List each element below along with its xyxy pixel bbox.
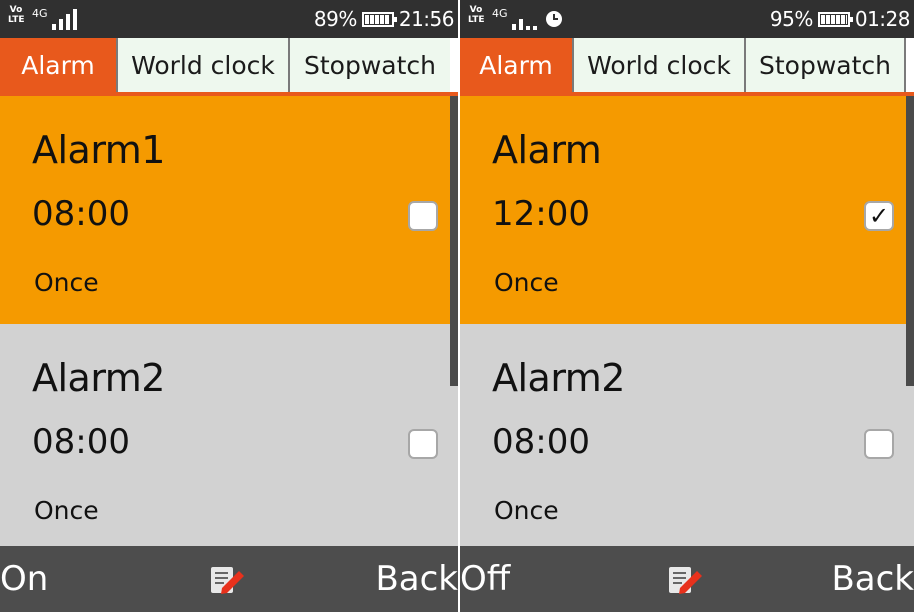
signal-strength-icon: 4G [492, 7, 537, 30]
phone-screen-left: Vo LTE 4G 89% 21:56 Alarm World clock St… [0, 0, 458, 612]
alarm-toggle-checkbox[interactable] [864, 429, 894, 459]
battery-icon [817, 11, 853, 27]
tab-bar: Alarm World clock Stopwatch [460, 38, 914, 96]
tab-world-clock[interactable]: World clock [118, 38, 290, 92]
scrollbar[interactable] [450, 96, 458, 386]
alarm-item[interactable]: Alarm1 08:00 Once [0, 96, 458, 324]
alarm-name: Alarm [492, 128, 602, 172]
alarm-time: 08:00 [32, 194, 130, 234]
alarm-item[interactable]: Alarm2 08:00 Once [0, 324, 458, 546]
alarm-repeat: Once [494, 268, 559, 297]
softkey-bar: Off Back [460, 546, 914, 612]
network-type-label: 4G [492, 7, 508, 20]
alarm-list: Alarm1 08:00 Once Alarm2 08:00 Once [0, 96, 458, 546]
alarm-toggle-checkbox[interactable] [408, 201, 438, 231]
softkey-bar: On Back [0, 546, 458, 612]
alarm-name: Alarm2 [492, 356, 626, 400]
alarm-toggle-checkbox[interactable] [408, 429, 438, 459]
tab-stopwatch[interactable]: Stopwatch [290, 38, 450, 92]
status-bar: Vo LTE 4G 89% 21:56 [0, 0, 458, 38]
alarm-repeat: Once [34, 268, 99, 297]
alarm-repeat: Once [494, 496, 559, 525]
check-mark-icon: ✓ [868, 202, 890, 230]
scrollbar[interactable] [906, 96, 914, 386]
softkey-left-on[interactable]: On [0, 559, 48, 599]
battery-icon [361, 11, 397, 27]
clock: 01:28 [854, 7, 911, 31]
alarm-name: Alarm1 [32, 128, 166, 172]
alarm-time: 08:00 [32, 422, 130, 462]
volte-indicator: Vo LTE [468, 5, 485, 25]
tab-bar: Alarm World clock Stopwatch [0, 38, 458, 96]
alarm-time: 08:00 [492, 422, 590, 462]
alarm-clock-icon [546, 11, 562, 27]
volte-indicator: Vo LTE [8, 5, 25, 25]
tab-alarm[interactable]: Alarm [460, 38, 574, 92]
tab-stopwatch[interactable]: Stopwatch [746, 38, 906, 92]
alarm-list: Alarm 12:00 Once ✓ Alarm2 08:00 Once [460, 96, 914, 546]
tab-world-clock[interactable]: World clock [574, 38, 746, 92]
softkey-right-back[interactable]: Back [375, 559, 458, 599]
edit-icon[interactable] [209, 565, 245, 595]
phone-screen-right: Vo LTE 4G 95% 01:28 Alarm World clock St… [460, 0, 914, 612]
softkey-left-off[interactable]: Off [460, 559, 510, 599]
status-bar: Vo LTE 4G 95% 01:28 [460, 0, 914, 38]
edit-icon[interactable] [667, 565, 703, 595]
softkey-right-back[interactable]: Back [831, 559, 914, 599]
clock: 21:56 [398, 7, 455, 31]
alarm-item[interactable]: Alarm 12:00 Once ✓ [460, 96, 914, 324]
alarm-time: 12:00 [492, 194, 590, 234]
alarm-toggle-checkbox[interactable]: ✓ [864, 201, 894, 231]
alarm-item[interactable]: Alarm2 08:00 Once [460, 324, 914, 546]
network-type-label: 4G [32, 7, 48, 20]
alarm-repeat: Once [34, 496, 99, 525]
tab-alarm[interactable]: Alarm [0, 38, 118, 92]
alarm-name: Alarm2 [32, 356, 166, 400]
battery-percent: 95% [769, 7, 813, 31]
signal-strength-icon: 4G [32, 7, 77, 30]
battery-percent: 89% [313, 7, 357, 31]
